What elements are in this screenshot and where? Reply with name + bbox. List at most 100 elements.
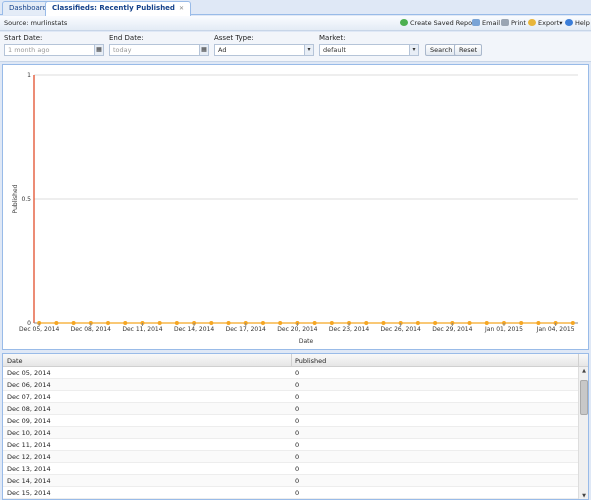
cell-published: 0 [295, 393, 300, 401]
cell-published: 0 [295, 429, 300, 437]
export-button[interactable]: Export▾ [528, 19, 563, 27]
cell-published: 0 [295, 453, 300, 461]
table-row[interactable]: Dec 14, 2014 0 [3, 475, 578, 487]
cell-date: Dec 08, 2014 [7, 405, 51, 413]
close-icon[interactable]: ✕ [179, 5, 184, 12]
print-icon [501, 19, 509, 26]
y-tick-label: 0.5 [21, 196, 31, 203]
scroll-up-icon[interactable]: ▲ [579, 367, 588, 376]
data-point [123, 321, 128, 325]
help-button[interactable]: Help [565, 19, 590, 27]
cell-date: Dec 15, 2014 [7, 489, 51, 497]
email-button[interactable]: Email [472, 19, 500, 27]
filter-bar: Start Date: 1 month ago ▦ End Date: toda… [0, 32, 591, 62]
x-tick-label: Dec 11, 2014 [122, 326, 162, 333]
data-point [174, 321, 179, 325]
dropdown-arrow-icon: ▾ [559, 19, 563, 27]
x-tick-label: Jan 01, 2015 [484, 326, 523, 333]
table-row[interactable]: Dec 08, 2014 0 [3, 403, 578, 415]
cell-date: Dec 11, 2014 [7, 441, 51, 449]
x-tick-label: Dec 14, 2014 [174, 326, 214, 333]
data-point [364, 321, 369, 325]
start-date-label: Start Date: [4, 34, 43, 42]
cell-date: Dec 07, 2014 [7, 393, 51, 401]
data-point [54, 321, 59, 325]
start-date-field[interactable]: 1 month ago ▦ [4, 44, 104, 56]
table-row[interactable]: Dec 09, 2014 0 [3, 415, 578, 427]
calendar-icon[interactable]: ▦ [94, 45, 103, 55]
cell-date: Dec 09, 2014 [7, 417, 51, 425]
y-tick-label: 1 [27, 72, 31, 79]
print-button[interactable]: Print [501, 19, 526, 27]
table-row[interactable]: Dec 05, 2014 0 [3, 367, 578, 379]
end-date-field[interactable]: today ▦ [109, 44, 209, 56]
cell-published: 0 [295, 477, 300, 485]
x-tick-label: Dec 26, 2014 [381, 326, 421, 333]
create-saved-report-button[interactable]: Create Saved Report [400, 19, 477, 27]
data-point [381, 321, 386, 325]
search-button[interactable]: Search [425, 44, 458, 56]
data-point [260, 321, 265, 325]
data-point [71, 321, 76, 325]
market-label: Market: [319, 34, 346, 42]
y-axis-title: Published [12, 184, 19, 213]
table-row[interactable]: Dec 11, 2014 0 [3, 439, 578, 451]
calendar-icon[interactable]: ▦ [199, 45, 208, 55]
table-row[interactable]: Dec 13, 2014 0 [3, 463, 578, 475]
data-point [570, 321, 575, 325]
market-select[interactable]: default ▾ [319, 44, 419, 56]
x-tick-label: Dec 08, 2014 [71, 326, 111, 333]
x-tick-label: Dec 17, 2014 [226, 326, 266, 333]
cell-published: 0 [295, 465, 300, 473]
add-icon [400, 19, 408, 26]
tab-bar: Dashboard Classifieds: Recently Publishe… [0, 0, 591, 16]
column-header-published[interactable]: Published [295, 357, 326, 365]
cell-date: Dec 05, 2014 [7, 369, 51, 377]
scroll-down-icon[interactable]: ▼ [579, 492, 588, 499]
table-row[interactable]: Dec 10, 2014 0 [3, 427, 578, 439]
x-tick-label: Jan 04, 2015 [536, 326, 575, 333]
table-row[interactable]: Dec 12, 2014 0 [3, 451, 578, 463]
cell-published: 0 [295, 441, 300, 449]
table-row[interactable]: Dec 06, 2014 0 [3, 379, 578, 391]
asset-type-select[interactable]: Ad ▾ [214, 44, 314, 56]
chevron-down-icon[interactable]: ▾ [409, 45, 418, 55]
cell-published: 0 [295, 489, 300, 497]
data-point [157, 321, 162, 325]
column-divider[interactable] [578, 354, 579, 367]
x-tick-label: Dec 05, 2014 [19, 326, 59, 333]
published-line-chart: 00.51Dec 05, 2014 Dec 08, 2014 Dec 11, 201… [12, 72, 578, 345]
data-point [278, 321, 283, 325]
data-point [519, 321, 524, 325]
data-point [536, 321, 541, 325]
vertical-scrollbar[interactable]: ▲ ▼ [578, 367, 588, 499]
cell-date: Dec 10, 2014 [7, 429, 51, 437]
source-label: Source: murlinstats [4, 19, 68, 27]
cell-published: 0 [295, 417, 300, 425]
scroll-thumb[interactable] [580, 380, 588, 415]
data-point [106, 321, 111, 325]
column-divider[interactable] [291, 354, 292, 367]
data-point [329, 321, 334, 325]
cell-date: Dec 12, 2014 [7, 453, 51, 461]
table-row[interactable]: Dec 07, 2014 0 [3, 391, 578, 403]
data-point [467, 321, 472, 325]
x-tick-label: Dec 29, 2014 [432, 326, 472, 333]
cell-date: Dec 14, 2014 [7, 477, 51, 485]
reset-button[interactable]: Reset [454, 44, 483, 56]
tab-classifieds-recently-published[interactable]: Classifieds: Recently Published ✕ [45, 1, 191, 16]
data-point [415, 321, 420, 325]
export-icon [528, 19, 536, 26]
chevron-down-icon[interactable]: ▾ [304, 45, 313, 55]
grid-rows: Dec 05, 2014 0 Dec 06, 2014 0 Dec 07, 2014 0 D… [3, 367, 578, 499]
column-header-date[interactable]: Date [7, 357, 23, 365]
end-date-label: End Date: [109, 34, 144, 42]
data-grid: Date Published Dec 05, 2014 0 Dec 06, 2014… [2, 353, 589, 500]
asset-type-label: Asset Type: [214, 34, 254, 42]
tab-label: Classifieds: Recently Published [52, 4, 175, 12]
cell-date: Dec 13, 2014 [7, 465, 51, 473]
data-point [226, 321, 231, 325]
x-tick-label: Dec 20, 2014 [277, 326, 317, 333]
table-row[interactable]: Dec 15, 2014 0 [3, 487, 578, 499]
cell-published: 0 [295, 381, 300, 389]
